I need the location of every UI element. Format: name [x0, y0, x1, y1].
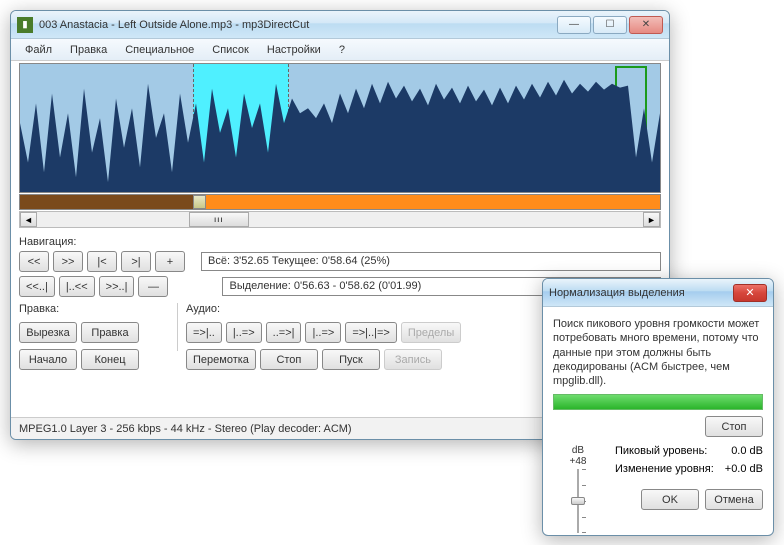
- edit-button[interactable]: Правка: [81, 322, 139, 343]
- menu-file[interactable]: Файл: [17, 42, 60, 58]
- normalize-dialog: Нормализация выделения ✕ Поиск пикового …: [542, 278, 774, 536]
- window-title: 003 Anastacia - Left Outside Alone.mp3 -…: [39, 19, 557, 31]
- scale-plus48: +48: [570, 456, 587, 467]
- total-time-field: Всё: 3'52.65 Текущее: 0'58.64 (25%): [201, 252, 661, 271]
- timeline-remaining: [206, 195, 660, 209]
- nav-rewind-fast-button[interactable]: <<: [19, 251, 49, 272]
- nav-forward-fast-button[interactable]: >>: [53, 251, 83, 272]
- scroll-thumb[interactable]: ııı: [189, 212, 250, 227]
- progress-bar: [553, 394, 763, 410]
- scale-zero: 0 -: [553, 535, 565, 536]
- horizontal-scrollbar[interactable]: ◄ ııı ►: [19, 211, 661, 228]
- progress-fill: [554, 395, 762, 409]
- cut-button[interactable]: Вырезка: [19, 322, 77, 343]
- divider: [177, 303, 178, 351]
- limits-button: Пределы: [401, 322, 461, 343]
- peak-level-label: Пиковый уровень:: [615, 445, 707, 457]
- dialog-info-text: Поиск пикового уровня громкости может по…: [553, 317, 763, 388]
- ok-button[interactable]: OK: [641, 489, 699, 510]
- dialog-body: Поиск пикового уровня громкости может по…: [543, 307, 773, 536]
- maximize-button[interactable]: ☐: [593, 16, 627, 34]
- record-button: Запись: [384, 349, 442, 370]
- menu-special[interactable]: Специальное: [117, 42, 202, 58]
- gain-slider-area: dB +48 0 - - 24: [553, 445, 603, 536]
- nav-sel-back-button[interactable]: |..<<: [59, 276, 95, 297]
- dialog-close-button[interactable]: ✕: [733, 284, 767, 302]
- change-level-value: +0.0 dB: [725, 463, 763, 475]
- dialog-stop-button[interactable]: Стоп: [705, 416, 763, 437]
- scroll-left-button[interactable]: ◄: [20, 212, 37, 227]
- close-button[interactable]: ✕: [629, 16, 663, 34]
- menu-list[interactable]: Список: [204, 42, 257, 58]
- nav-end-button[interactable]: >|: [121, 251, 151, 272]
- nav-start-button[interactable]: |<: [87, 251, 117, 272]
- timeline-bar[interactable]: [19, 194, 661, 210]
- app-icon: ▮: [17, 17, 33, 33]
- navigation-label: Навигация:: [19, 236, 661, 248]
- timeline-handle[interactable]: [193, 195, 206, 209]
- audio-seek2-button[interactable]: |..=>: [226, 322, 262, 343]
- begin-button[interactable]: Начало: [19, 349, 77, 370]
- audio-seek4-button[interactable]: |..=>: [305, 322, 341, 343]
- rewind-button[interactable]: Перемотка: [186, 349, 256, 370]
- menu-help[interactable]: ?: [331, 42, 353, 58]
- slider-thumb[interactable]: [571, 497, 585, 505]
- window-controls: — ☐ ✕: [557, 16, 663, 34]
- scroll-track[interactable]: ııı: [37, 212, 643, 227]
- waveform-peaks: [20, 64, 660, 192]
- titlebar[interactable]: ▮ 003 Anastacia - Left Outside Alone.mp3…: [11, 11, 669, 39]
- menu-settings[interactable]: Настройки: [259, 42, 329, 58]
- audio-seek1-button[interactable]: =>|..: [186, 322, 222, 343]
- nav-sel-rewind-button[interactable]: <<..|: [19, 276, 55, 297]
- scroll-right-button[interactable]: ►: [643, 212, 660, 227]
- timeline-played: [20, 195, 193, 209]
- peak-level-value: 0.0 dB: [731, 445, 763, 457]
- dialog-titlebar[interactable]: Нормализация выделения ✕: [543, 279, 773, 307]
- nav-sel-forward-button[interactable]: >>..|: [99, 276, 135, 297]
- menubar: Файл Правка Специальное Список Настройки…: [11, 39, 669, 61]
- stop-button[interactable]: Стоп: [260, 349, 318, 370]
- dialog-title: Нормализация выделения: [549, 287, 733, 299]
- nav-plus-button[interactable]: +: [155, 251, 185, 272]
- edit-label: Правка:: [19, 303, 169, 315]
- gain-slider[interactable]: [569, 469, 587, 533]
- change-level-label: Изменение уровня:: [615, 463, 714, 475]
- db-label: dB: [572, 445, 584, 456]
- audio-seek3-button[interactable]: ..=>|: [266, 322, 302, 343]
- waveform-display[interactable]: [19, 63, 661, 193]
- nav-minus-button[interactable]: —: [138, 276, 168, 297]
- status-text: MPEG1.0 Layer 3 - 256 kbps - 44 kHz - St…: [19, 423, 352, 435]
- audio-seek5-button[interactable]: =>|..|=>: [345, 322, 397, 343]
- menu-edit[interactable]: Правка: [62, 42, 115, 58]
- minimize-button[interactable]: —: [557, 16, 591, 34]
- cancel-button[interactable]: Отмена: [705, 489, 763, 510]
- play-button[interactable]: Пуск: [322, 349, 380, 370]
- end-button[interactable]: Конец: [81, 349, 139, 370]
